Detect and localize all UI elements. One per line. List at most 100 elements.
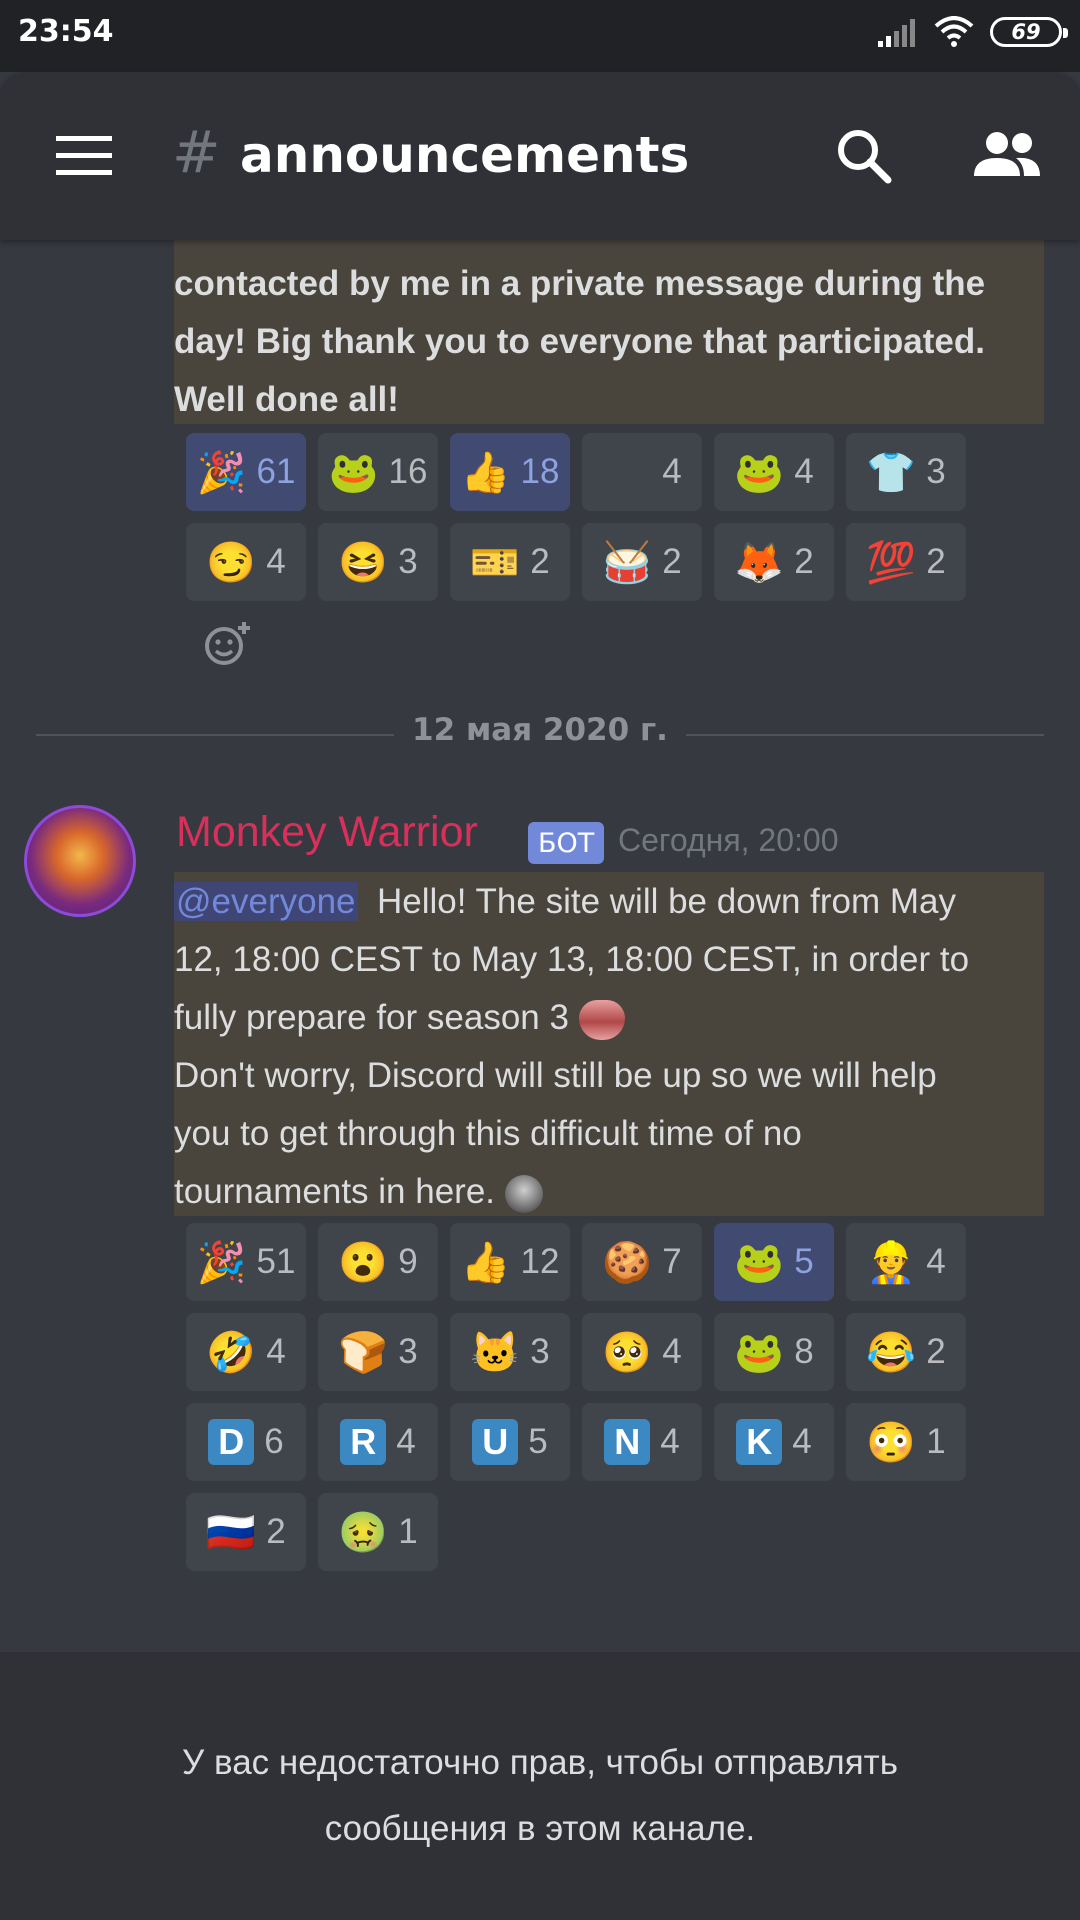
reaction-count: 61 — [256, 452, 296, 491]
awesome-face-icon: 😆 — [338, 540, 389, 585]
no-permission-notice: У вас недостаточно прав, чтобы отправлят… — [0, 1730, 1080, 1862]
message-line: day! Big thank you to everyone that part… — [174, 322, 985, 361]
reaction-blank[interactable]: 4 — [582, 433, 702, 511]
reaction-pleading-blob[interactable]: 🥺 4 — [582, 1313, 702, 1391]
add-reaction-button[interactable] — [204, 620, 252, 672]
reaction-count: 4 — [794, 452, 814, 491]
reaction-hardhat-blob[interactable]: 👷 4 — [846, 1223, 966, 1301]
reaction-count: 51 — [256, 1242, 296, 1281]
members-button[interactable] — [972, 130, 1042, 182]
reaction-joy[interactable]: 😂 2 — [846, 1313, 966, 1391]
date-divider: 12 мая 2020 г. — [0, 712, 1080, 748]
shouting-face-icon: 😮 — [338, 1240, 389, 1285]
reaction-cookie-blob[interactable]: 🍪 7 — [582, 1223, 702, 1301]
notice-line: У вас недостаточно прав, чтобы отправлят… — [182, 1743, 898, 1782]
reaction-count: 6 — [264, 1422, 284, 1461]
reaction-party-popper[interactable]: 🎉 51 — [186, 1223, 306, 1301]
hamburger-menu-icon — [56, 136, 112, 175]
reaction-count: 2 — [926, 542, 946, 581]
reaction-count: 5 — [528, 1422, 548, 1461]
reaction-thumbs-up[interactable]: 👍 12 — [450, 1223, 570, 1301]
reaction-count: 2 — [530, 542, 550, 581]
reaction-nauseated-face[interactable]: 🤢 1 — [318, 1493, 438, 1571]
t-shirt-icon: 👕 — [866, 450, 917, 495]
reaction-letter-u[interactable]: U5 — [450, 1403, 570, 1481]
message-line: contacted by me in a private message dur… — [174, 264, 986, 303]
pepe-hug-icon: 🐸 — [328, 450, 379, 495]
reaction-count: 2 — [662, 542, 682, 581]
reaction-fox[interactable]: 🦊 2 — [714, 523, 834, 601]
reaction-pepe[interactable]: 🐸 5 — [714, 1223, 834, 1301]
bot-tag: БОТ — [528, 822, 605, 864]
reaction-count: 8 — [794, 1332, 814, 1371]
reaction-meme-face[interactable]: 😏 4 — [186, 523, 306, 601]
reaction-awesome-face[interactable]: 😆 3 — [318, 523, 438, 601]
message-line: tournaments in here. — [174, 1163, 1044, 1221]
blank-icon — [602, 447, 652, 497]
reaction-t-shirt[interactable]: 👕 3 — [846, 433, 966, 511]
members-icon — [974, 132, 1040, 176]
message-line: Don't worry, Discord will still be up so… — [174, 1056, 937, 1095]
reaction-count: 2 — [794, 542, 814, 581]
reaction-count: 7 — [662, 1242, 682, 1281]
reaction-count: 4 — [660, 1422, 680, 1461]
search-button[interactable] — [834, 126, 894, 190]
reaction-count: 4 — [266, 542, 286, 581]
mention-everyone[interactable]: @everyone — [174, 882, 358, 921]
add-reaction-icon — [205, 622, 250, 665]
reaction-nyan-cat[interactable]: 🐱 3 — [450, 1313, 570, 1391]
menu-button[interactable] — [56, 136, 112, 180]
reaction-count: 18 — [520, 452, 560, 491]
reaction-count: 5 — [794, 1242, 814, 1281]
reaction-ticket[interactable]: 🎫 2 — [450, 523, 570, 601]
notice-line: сообщения в этом канале. — [324, 1809, 756, 1848]
reaction-count: 1 — [398, 1512, 418, 1551]
reaction-count: 4 — [662, 452, 682, 491]
letter-r-icon: R — [340, 1419, 387, 1465]
reaction-russia-flag[interactable]: 🇷🇺 2 — [186, 1493, 306, 1571]
hash-icon: # — [172, 118, 221, 186]
reaction-letter-n[interactable]: N4 — [582, 1403, 702, 1481]
reaction-face-photo[interactable]: 😳 1 — [846, 1403, 966, 1481]
pepe-hands-icon: 🐸 — [734, 1330, 785, 1375]
reaction-list: 🎉 61 🐸 16 👍 18 4 🐸 4 👕 3 😏 4 😆 3 🎫 2 🥁 2 🦊 2 💯 2 — [186, 433, 986, 601]
reaction-count: 3 — [398, 542, 418, 581]
thumbs-up-icon: 👍 — [460, 450, 511, 495]
reaction-count: 1 — [926, 1422, 946, 1461]
reaction-drum[interactable]: 🥁 2 — [582, 523, 702, 601]
message-list[interactable]: contacted by me in a private message dur… — [0, 0, 1080, 1652]
meme-face-icon: 😏 — [206, 540, 257, 585]
reaction-count: 4 — [266, 1332, 286, 1371]
avatar[interactable] — [24, 805, 136, 917]
reaction-count: 3 — [926, 452, 946, 491]
rofl-icon: 🤣 — [206, 1330, 257, 1375]
letter-k-icon: K — [736, 1419, 783, 1465]
reaction-shouting-face[interactable]: 😮 9 — [318, 1223, 438, 1301]
pleading-blob-icon: 🥺 — [602, 1330, 653, 1375]
message-line: 12, 18:00 CEST to May 13, 18:00 CEST, in… — [174, 940, 970, 979]
thumbs-up-icon: 👍 — [460, 1240, 511, 1285]
reaction-count: 4 — [396, 1422, 416, 1461]
reaction-bread[interactable]: 🍞 3 — [318, 1313, 438, 1391]
russia-flag-icon: 🇷🇺 — [206, 1510, 257, 1555]
reaction-letter-d[interactable]: D6 — [186, 1403, 306, 1481]
message-body: contacted by me in a private message dur… — [174, 255, 1044, 429]
reaction-party-popper[interactable]: 🎉 61 — [186, 433, 306, 511]
search-icon — [838, 130, 892, 184]
reaction-pepe-hug[interactable]: 🐸 16 — [318, 433, 438, 511]
bread-icon: 🍞 — [338, 1330, 389, 1375]
reaction-rofl[interactable]: 🤣 4 — [186, 1313, 306, 1391]
hardhat-blob-icon: 👷 — [866, 1240, 917, 1285]
reaction-pepe-yes[interactable]: 🐸 4 — [714, 433, 834, 511]
drum-icon: 🥁 — [602, 540, 653, 585]
reaction-letter-r[interactable]: R4 — [318, 1403, 438, 1481]
reaction-hundred-points[interactable]: 💯 2 — [846, 523, 966, 601]
reaction-pepe-hands[interactable]: 🐸 8 — [714, 1313, 834, 1391]
reaction-count: 2 — [266, 1512, 286, 1551]
channel-title: announcements — [240, 126, 690, 184]
reaction-letter-k[interactable]: K4 — [714, 1403, 834, 1481]
reaction-thumbs-up[interactable]: 👍 18 — [450, 433, 570, 511]
author-name[interactable]: Monkey Warrior — [176, 808, 478, 857]
reaction-count: 4 — [926, 1242, 946, 1281]
reaction-count: 12 — [520, 1242, 560, 1281]
